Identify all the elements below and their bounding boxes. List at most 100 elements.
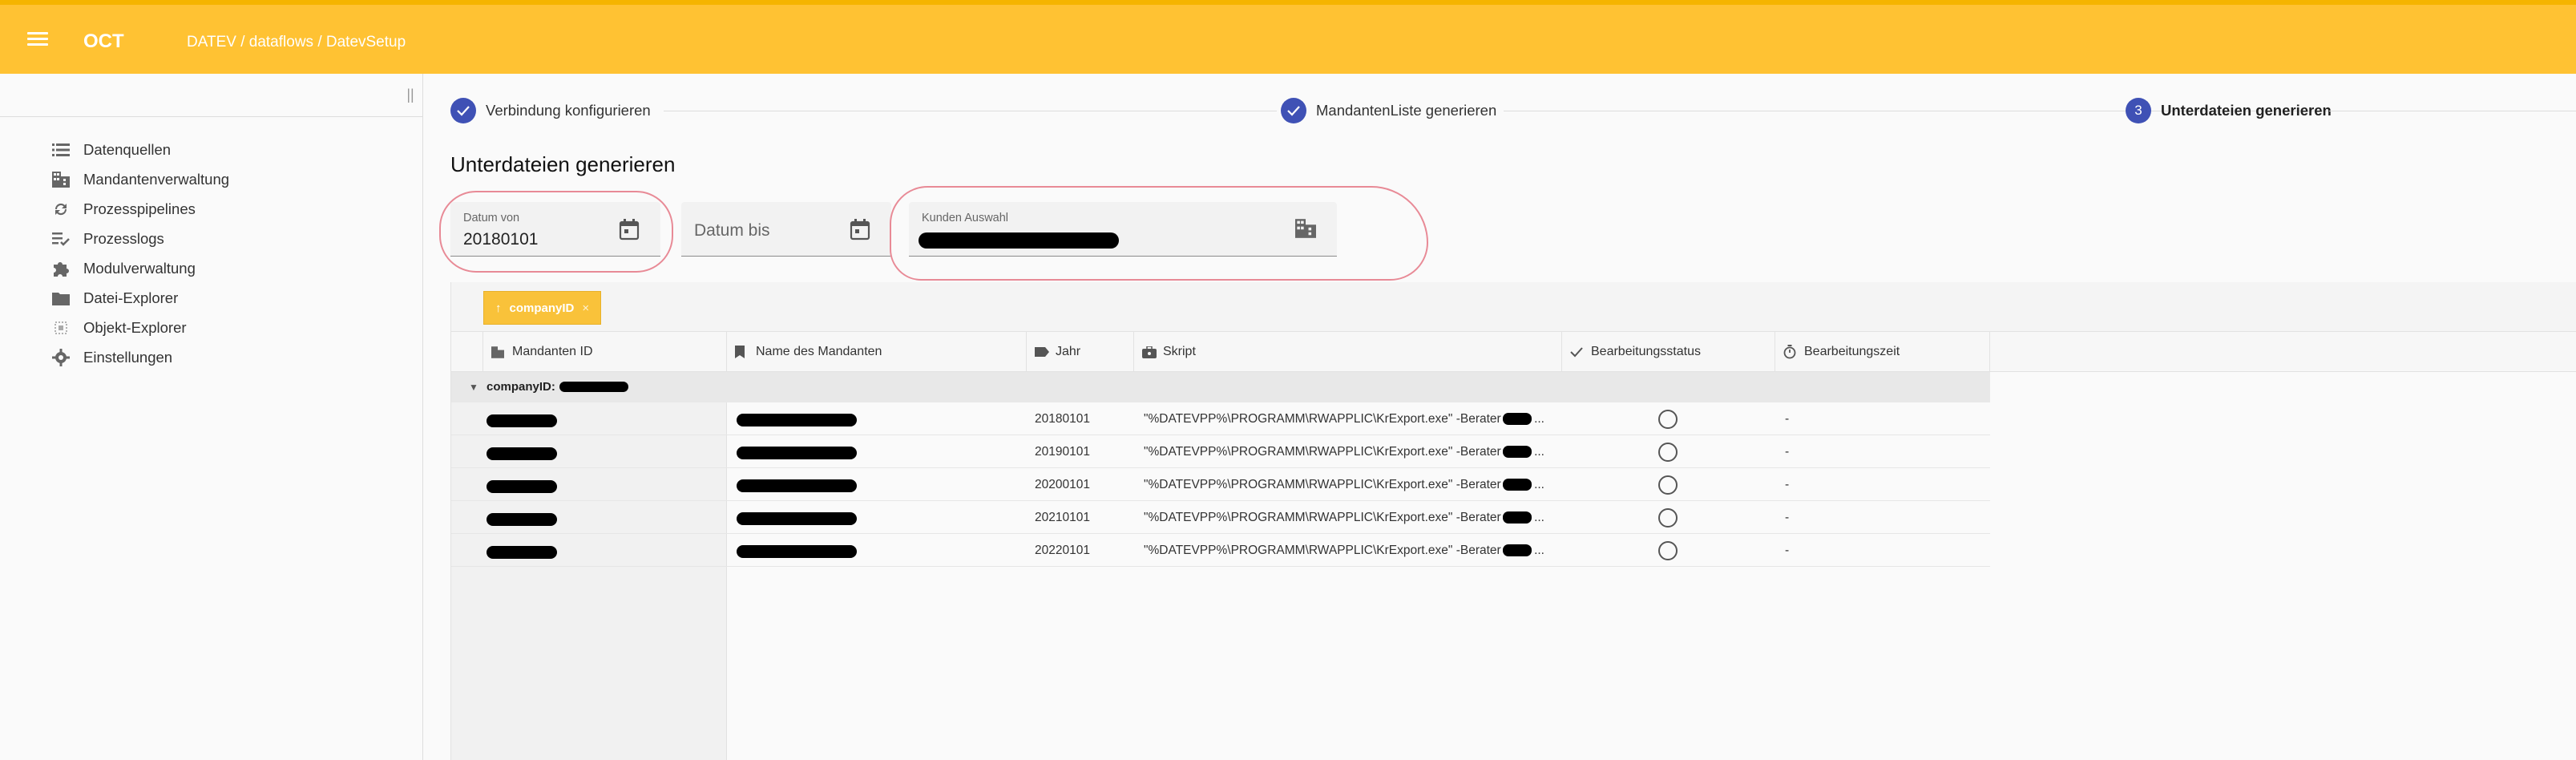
redacted-berater (1503, 479, 1532, 491)
cell-skript: "%DATEVPP%\PROGRAMM\RWAPPLIC\KrExport.ex… (1144, 411, 1544, 426)
step-label: Verbindung konfigurieren (486, 102, 651, 119)
status-circle-icon[interactable] (1658, 475, 1678, 495)
building-icon (491, 346, 506, 358)
redacted-mandanten-name (737, 545, 857, 558)
object-icon (51, 319, 71, 337)
cell-zeit: - (1785, 444, 1790, 459)
sidebar-item-label: Modulverwaltung (83, 259, 196, 277)
status-cell[interactable] (1658, 402, 1678, 435)
column-header-bearbeitungsstatus[interactable]: Bearbeitungsstatus (1562, 332, 1775, 372)
calendar-icon[interactable] (619, 218, 640, 241)
column-header-name[interactable]: Name des Mandanten (727, 332, 1027, 372)
main-content: Verbindung konfigurieren MandantenListe … (423, 74, 2576, 760)
sidebar: || Datenquellen Mandantenverwaltung Proz… (0, 74, 423, 760)
column-header-label: Name des Mandanten (756, 345, 882, 358)
status-cell[interactable] (1658, 468, 1678, 501)
status-cell[interactable] (1658, 501, 1678, 534)
column-header-skript[interactable]: Skript (1134, 332, 1562, 372)
status-circle-icon[interactable] (1658, 540, 1678, 560)
checklist-icon (51, 230, 71, 248)
sidebar-item-label: Prozesslogs (83, 229, 164, 247)
cell-skript: "%DATEVPP%\PROGRAMM\RWAPPLIC\KrExport.ex… (1144, 444, 1544, 459)
sidebar-item-mandantenverwaltung[interactable]: Mandantenverwaltung (0, 164, 422, 194)
step-label: Unterdateien generieren (2161, 102, 2332, 119)
group-panel: ↑ companyID × (451, 282, 2576, 332)
cell-skript: "%DATEVPP%\PROGRAMM\RWAPPLIC\KrExport.ex… (1144, 543, 1544, 557)
redacted-mandanten-name (737, 512, 857, 525)
redacted-berater (1503, 544, 1532, 556)
status-cell[interactable] (1658, 435, 1678, 468)
step-verbindung[interactable]: Verbindung konfigurieren (450, 96, 651, 125)
table-row[interactable]: 20200101 "%DATEVPP%\PROGRAMM\RWAPPLIC\Kr… (451, 468, 1990, 501)
cell-zeit: - (1785, 543, 1790, 557)
cell-jahr: 20220101 (1035, 543, 1090, 557)
calendar-icon[interactable] (850, 218, 870, 241)
status-circle-icon[interactable] (1658, 409, 1678, 429)
app-root: OCT DATEV / dataflows / DatevSetup || Da… (0, 0, 2576, 760)
hamburger-menu-icon[interactable] (27, 29, 48, 50)
sidebar-item-prozesslogs[interactable]: Prozesslogs (0, 224, 422, 253)
group-chip-companyid[interactable]: ↑ companyID × (483, 291, 602, 325)
sidebar-item-label: Prozesspipelines (83, 200, 196, 217)
column-header-label: Jahr (1056, 345, 1081, 358)
chevron-down-icon[interactable]: ▼ (469, 382, 478, 393)
list-icon (51, 141, 71, 159)
step-mandantenliste[interactable]: MandantenListe generieren (1281, 96, 1496, 125)
timer-icon (1783, 345, 1798, 359)
cell-jahr: 20210101 (1035, 510, 1090, 524)
sidebar-item-label: Datenquellen (83, 140, 172, 158)
status-circle-icon[interactable] (1658, 442, 1678, 462)
status-circle-icon[interactable] (1658, 507, 1678, 528)
building-icon (51, 171, 71, 188)
redacted-berater (1503, 511, 1532, 524)
header-spacer (451, 332, 483, 372)
datum-bis-placeholder: Datum bis (694, 221, 770, 240)
sync-icon (51, 200, 71, 218)
table-row[interactable]: 20210101 "%DATEVPP%\PROGRAMM\RWAPPLIC\Kr… (451, 501, 1990, 534)
column-header-label: Bearbeitungszeit (1804, 345, 1900, 358)
sort-arrow-icon: ↑ (495, 301, 502, 315)
sidebar-item-modulverwaltung[interactable]: Modulverwaltung (0, 253, 422, 283)
sidebar-item-objekt-explorer[interactable]: Objekt-Explorer (0, 313, 422, 342)
column-header-label: Skript (1163, 345, 1196, 358)
close-icon[interactable]: × (582, 301, 589, 315)
sidebar-item-prozesspipelines[interactable]: Prozesspipelines (0, 194, 422, 224)
cell-zeit: - (1785, 510, 1790, 524)
tag-icon (1035, 346, 1049, 358)
check-icon (450, 98, 476, 123)
table-row[interactable]: 20190101 "%DATEVPP%\PROGRAMM\RWAPPLIC\Kr… (451, 435, 1990, 468)
breadcrumb[interactable]: DATEV / dataflows / DatevSetup (187, 34, 406, 51)
step-label: MandantenListe generieren (1316, 102, 1497, 119)
stepper: Verbindung konfigurieren MandantenListe … (423, 96, 2576, 128)
table-row[interactable]: 20180101 "%DATEVPP%\PROGRAMM\RWAPPLIC\Kr… (451, 402, 1990, 435)
datum-von-field[interactable]: Datum von 20180101 (450, 202, 660, 257)
sidebar-item-einstellungen[interactable]: Einstellungen (0, 342, 422, 372)
table-row[interactable]: 20220101 "%DATEVPP%\PROGRAMM\RWAPPLIC\Kr… (451, 534, 1990, 567)
sidebar-collapse-handle-icon[interactable]: || (405, 85, 416, 104)
redacted-mandanten-id (487, 480, 557, 493)
column-header-jahr[interactable]: Jahr (1027, 332, 1134, 372)
datum-von-label: Datum von (463, 212, 520, 224)
redacted-mandanten-id (487, 447, 557, 460)
sidebar-header: || (0, 74, 422, 117)
sidebar-item-datenquellen[interactable]: Datenquellen (0, 135, 422, 164)
sidebar-item-label: Mandantenverwaltung (83, 170, 230, 188)
sidebar-item-datei-explorer[interactable]: Datei-Explorer (0, 283, 422, 313)
gear-icon (51, 348, 71, 366)
sidebar-item-label: Objekt-Explorer (83, 318, 187, 336)
cell-jahr: 20200101 (1035, 477, 1090, 491)
check-icon (1570, 346, 1585, 358)
datum-bis-field[interactable]: Datum bis (681, 202, 891, 257)
kunden-auswahl-label: Kunden Auswahl (922, 212, 1009, 224)
redacted-group-value (559, 382, 628, 392)
building-icon (1295, 218, 1316, 241)
redacted-mandanten-name (737, 414, 857, 426)
column-header-bearbeitungszeit[interactable]: Bearbeitungszeit (1775, 332, 1990, 372)
step-number: 3 (2126, 98, 2151, 123)
column-header-mandanten-id[interactable]: Mandanten ID (483, 332, 727, 372)
group-row-companyid[interactable]: ▼ companyID: (451, 372, 1990, 402)
kunden-auswahl-select[interactable]: Kunden Auswahl (909, 202, 1337, 257)
step-unterdateien[interactable]: 3 Unterdateien generieren (2126, 96, 2332, 125)
sidebar-item-label: Einstellungen (83, 348, 173, 366)
status-cell[interactable] (1658, 534, 1678, 567)
